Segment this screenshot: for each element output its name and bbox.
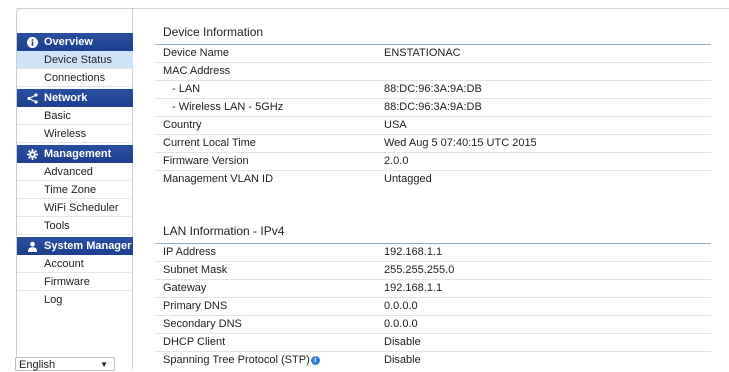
row-value: Disable [384, 354, 421, 366]
section-title: System Manager [44, 240, 132, 252]
row-value: 88:DC:96:3A:9A:DB [384, 101, 482, 113]
sidebar-item-time-zone[interactable]: Time Zone [17, 181, 133, 199]
row-value: 255.255.255.0 [384, 264, 455, 276]
table-row: - LAN 88:DC:96:3A:9A:DB [155, 81, 711, 99]
gear-icon [25, 148, 39, 160]
sidebar-item-connections[interactable]: Connections [17, 69, 133, 87]
sidebar-item-wifi-scheduler[interactable]: WiFi Scheduler [17, 199, 133, 217]
table-row: - Wireless LAN - 5GHz 88:DC:96:3A:9A:DB [155, 99, 711, 117]
sidebar-item-log[interactable]: Log [17, 291, 133, 309]
row-value: USA [384, 119, 407, 131]
lan-info-title: LAN Information - IPv4 [163, 224, 285, 238]
row-value: Disable [384, 336, 421, 348]
row-label: Device Name [163, 47, 230, 59]
table-row: Primary DNS 0.0.0.0 [155, 298, 711, 316]
table-row: Subnet Mask 255.255.255.0 [155, 262, 711, 280]
row-value: 0.0.0.0 [384, 318, 418, 330]
row-label: - LAN [172, 83, 201, 95]
chevron-down-icon: ▼ [100, 360, 108, 369]
table-row: Current Local Time Wed Aug 5 07:40:15 UT… [155, 135, 711, 153]
row-label: Gateway [163, 282, 207, 294]
row-label: MAC Address [163, 65, 231, 77]
sidebar-section-system-manager[interactable]: System Manager [17, 237, 133, 255]
sidebar-section-management[interactable]: Management [17, 145, 133, 163]
table-row: Gateway 192.168.1.1 [155, 280, 711, 298]
row-label: Firmware Version [163, 155, 249, 167]
table-row: MAC Address [155, 63, 711, 81]
row-value: 88:DC:96:3A:9A:DB [384, 83, 482, 95]
language-value: English [19, 359, 56, 371]
row-label: Country [163, 119, 202, 131]
table-row: Secondary DNS 0.0.0.0 [155, 316, 711, 334]
row-value: ENSTATIONAC [384, 47, 461, 59]
sidebar-section-overview[interactable]: Overview [17, 33, 133, 51]
row-value: 0.0.0.0 [384, 300, 418, 312]
table-row: Management VLAN ID Untagged [155, 171, 711, 189]
row-label: Management VLAN ID [163, 173, 274, 185]
table-row: IP Address 192.168.1.1 [155, 244, 711, 262]
row-label: - Wireless LAN - 5GHz [172, 101, 284, 113]
table-row: Device Name ENSTATIONAC [155, 45, 711, 63]
row-label: DHCP Client [163, 336, 226, 348]
row-label-text: Spanning Tree Protocol (STP) [163, 354, 310, 366]
row-value: 192.168.1.1 [384, 282, 443, 294]
table-row: Country USA [155, 117, 711, 135]
section-title: Overview [44, 36, 93, 48]
share-icon [25, 92, 39, 104]
info-icon[interactable]: i [310, 356, 320, 365]
device-info-title: Device Information [163, 25, 264, 39]
row-value: 2.0.0 [384, 155, 409, 167]
sidebar-item-account[interactable]: Account [17, 255, 133, 273]
main-content: Device Information Device Name ENSTATION… [155, 0, 729, 369]
row-label: Subnet Mask [163, 264, 228, 276]
table-row: Spanning Tree Protocol (STP) i Disable [155, 352, 711, 370]
row-label: Secondary DNS [163, 318, 242, 330]
sidebar-item-basic[interactable]: Basic [17, 107, 133, 125]
section-title: Management [44, 148, 112, 160]
table-row: Firmware Version 2.0.0 [155, 153, 711, 171]
sidebar-section-network[interactable]: Network [17, 89, 133, 107]
table-row: DHCP Client Disable [155, 334, 711, 352]
sidebar-item-tools[interactable]: Tools [17, 217, 133, 235]
sidebar-item-wireless[interactable]: Wireless [17, 125, 133, 143]
sidebar-item-advanced[interactable]: Advanced [17, 163, 133, 181]
row-value: 192.168.1.1 [384, 246, 443, 258]
row-label: Current Local Time [163, 137, 256, 149]
row-label: IP Address [163, 246, 216, 258]
sidebar-item-firmware[interactable]: Firmware [17, 273, 133, 291]
section-title: Network [44, 92, 88, 104]
user-icon [25, 241, 39, 252]
row-label: Primary DNS [163, 300, 228, 312]
row-value: Untagged [384, 173, 432, 185]
row-label: Spanning Tree Protocol (STP) i [163, 352, 320, 369]
info-icon [25, 36, 39, 48]
row-value: Wed Aug 5 07:40:15 UTC 2015 [384, 137, 537, 149]
sidebar-item-device-status[interactable]: Device Status [17, 51, 133, 69]
sidebar: Overview Device Status Connections Netwo… [16, 8, 133, 369]
